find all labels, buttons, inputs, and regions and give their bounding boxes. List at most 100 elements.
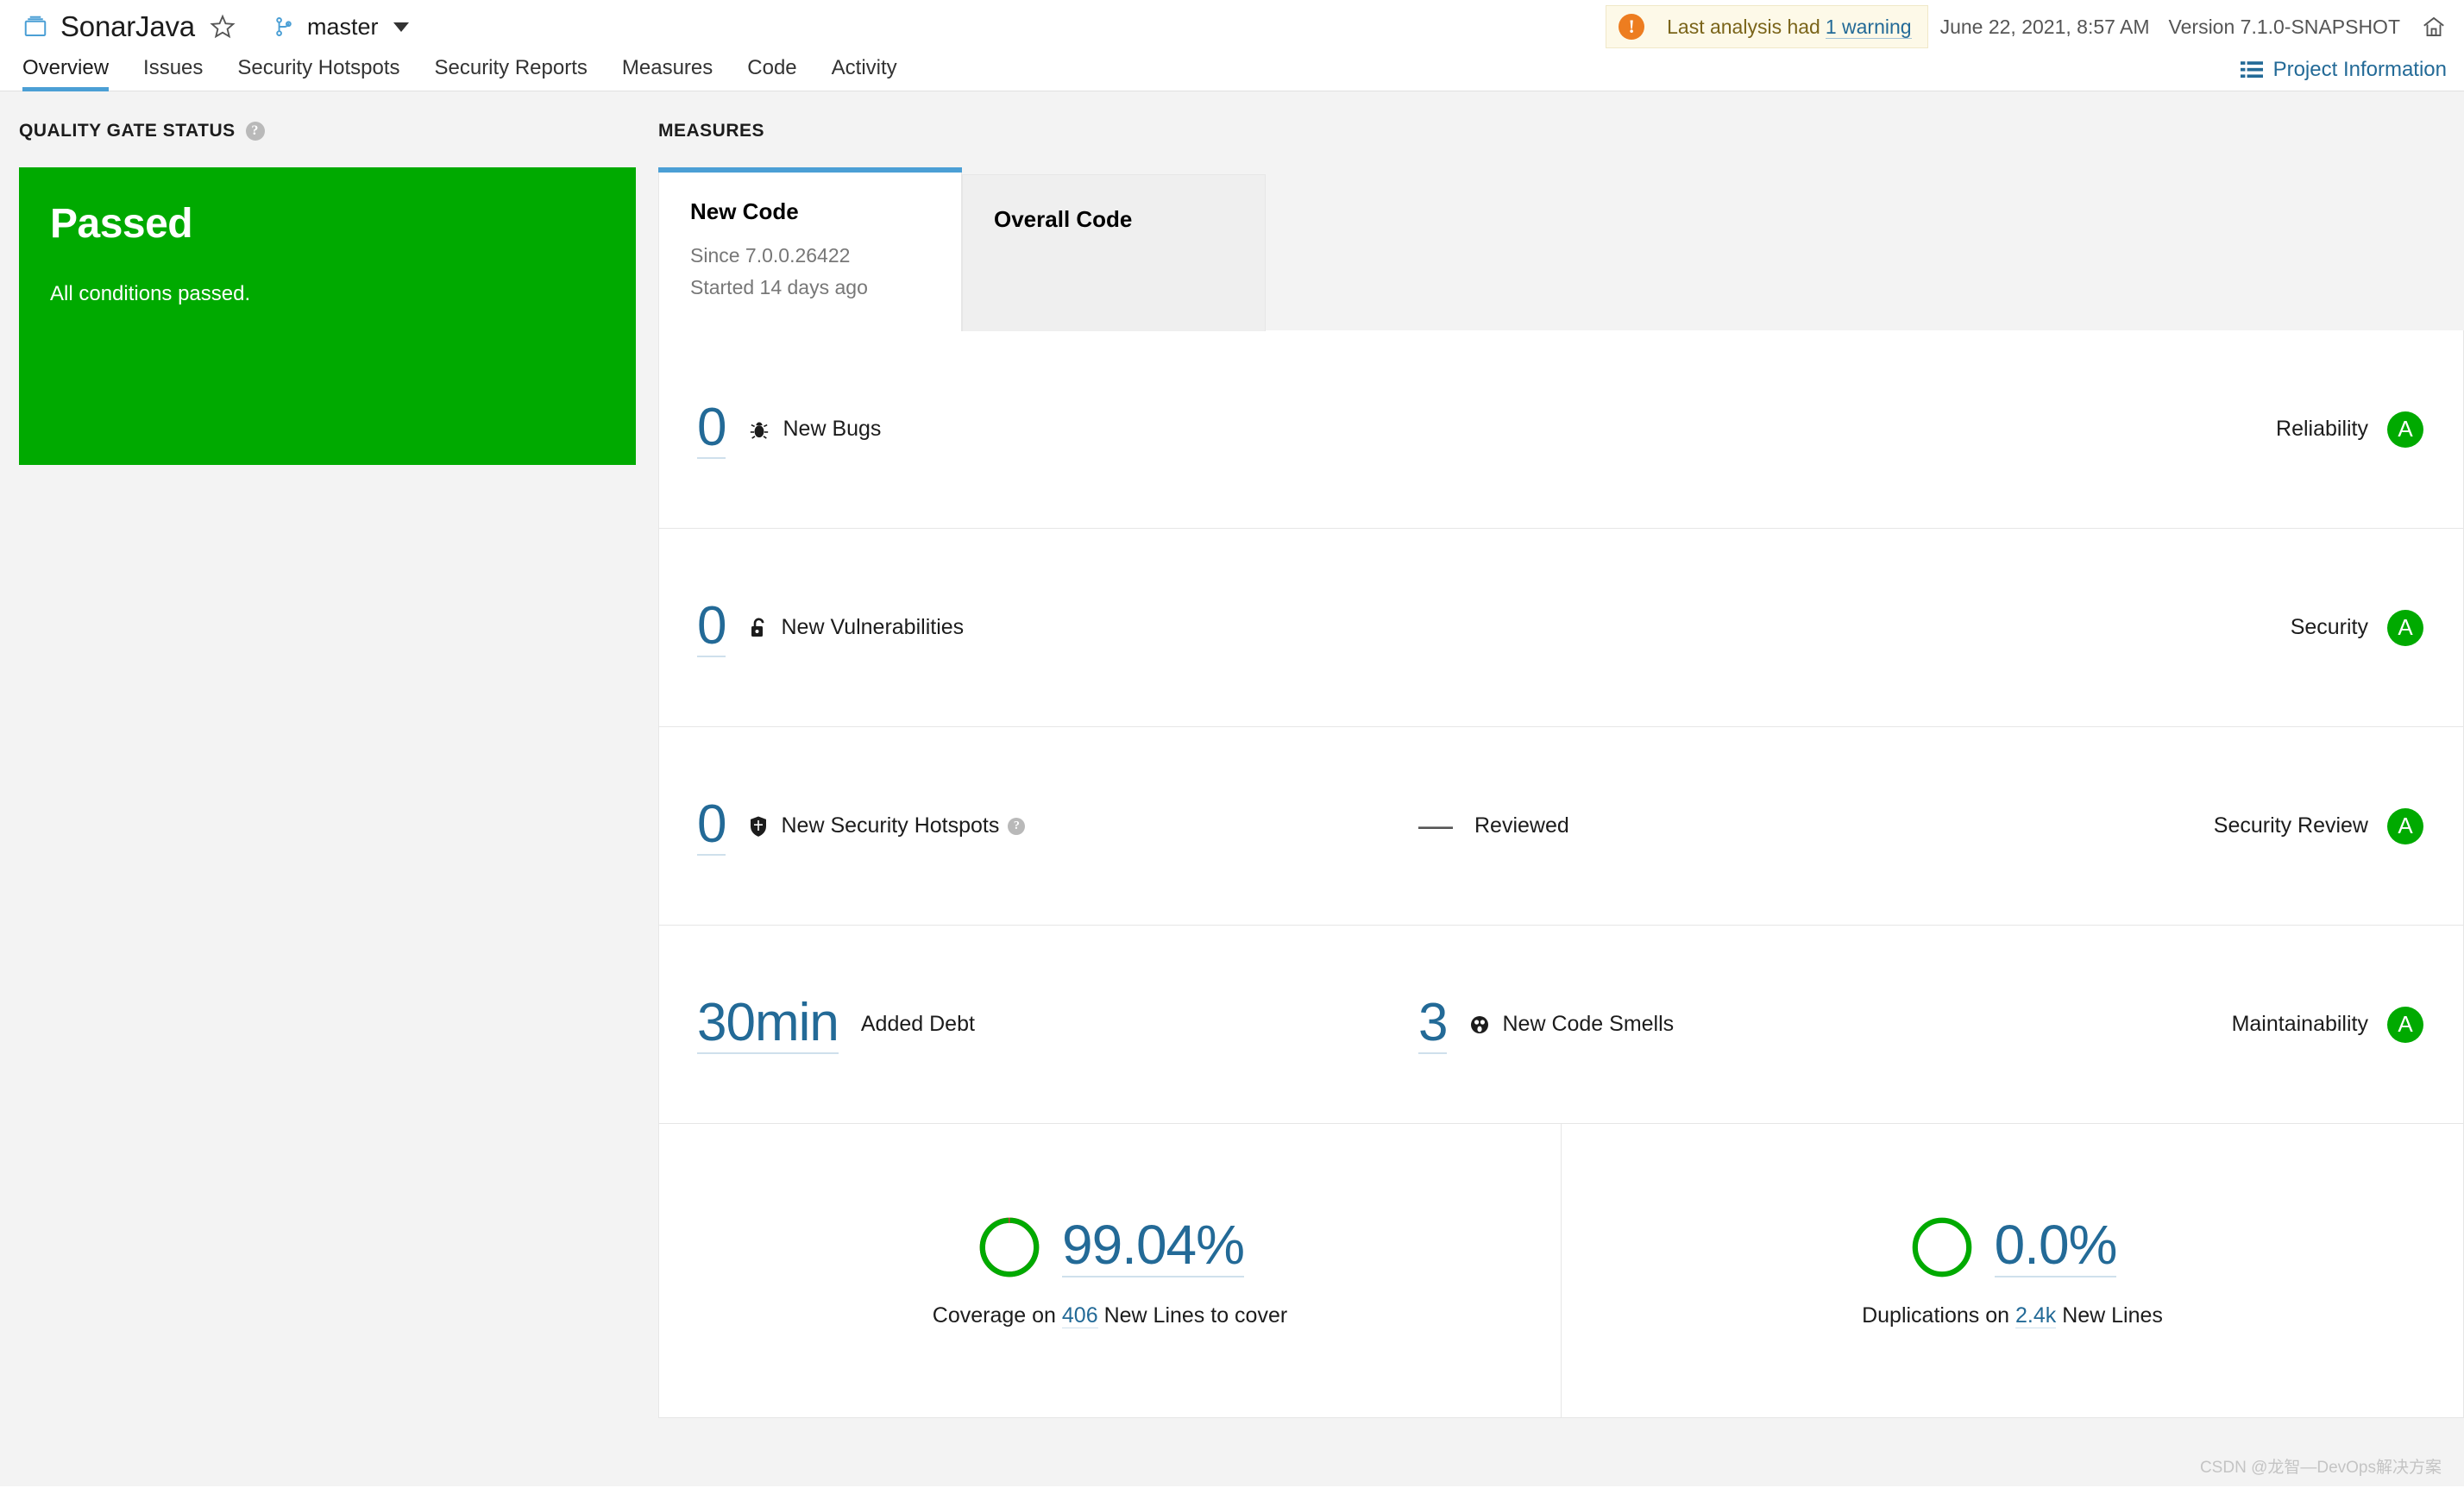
- reviewed-label: Reviewed: [1474, 813, 1569, 838]
- duplications-donut-row: 0.0%: [1908, 1214, 2117, 1281]
- list-icon: [2240, 60, 2263, 79]
- bugs-cell: 0 New Bugs: [659, 399, 1418, 460]
- security-review-rating-badge[interactable]: A: [2387, 807, 2423, 844]
- code-smells-cell: 3 New Code Smells: [1418, 995, 1901, 1055]
- coverage-new-lines[interactable]: 406: [1061, 1303, 1098, 1328]
- tab-overall-code-title: Overall Code: [994, 206, 1133, 232]
- project-information-label: Project Information: [2272, 58, 2447, 81]
- branch-icon: [273, 15, 295, 39]
- analysis-date: June 22, 2021, 8:57 AM: [1939, 15, 2150, 38]
- new-vulnerabilities-label-wrap: New Vulnerabilities: [748, 615, 964, 640]
- duplications-caption-prefix: Duplications on: [1862, 1303, 2010, 1328]
- nav-tab-activity[interactable]: Activity: [832, 56, 897, 91]
- help-icon[interactable]: ?: [1008, 817, 1026, 835]
- measures-section: MEASURES New Code Since 7.0.0.26422 Star…: [658, 91, 2464, 1486]
- coverage-percent[interactable]: 99.04%: [1061, 1215, 1245, 1278]
- warning-link[interactable]: 1 warning: [1825, 15, 1912, 39]
- new-vulnerabilities-value[interactable]: 0: [697, 598, 726, 658]
- open-padlock-icon: [748, 617, 769, 639]
- new-code-smells-label-wrap: New Code Smells: [1469, 1012, 1674, 1037]
- measure-row-vulnerabilities: 0 New Vulnerabilities Security A: [659, 529, 2463, 727]
- branch-selector[interactable]: master: [273, 14, 409, 41]
- maintainability-label: Maintainability: [2231, 1012, 2368, 1036]
- tab-new-code[interactable]: New Code Since 7.0.0.26422 Started 14 da…: [658, 167, 962, 331]
- security-rating-badge[interactable]: A: [2387, 609, 2423, 646]
- measures-section-title: MEASURES: [658, 121, 2464, 141]
- measures-card: 0 New Bugs Reliability A 0 New Vulnerabi…: [658, 330, 2464, 1418]
- project-name[interactable]: SonarJava: [60, 10, 195, 43]
- reliability-rating-wrap: Reliability A: [2276, 411, 2423, 448]
- nav-tab-issues[interactable]: Issues: [143, 56, 203, 91]
- security-label: Security: [2290, 615, 2368, 639]
- chevron-down-icon: [393, 22, 409, 32]
- quality-gate-card: Passed All conditions passed.: [19, 167, 636, 465]
- new-bugs-label-wrap: New Bugs: [748, 417, 881, 442]
- reviewed-cell: — Reviewed: [1418, 807, 1901, 845]
- maintainability-rating-badge[interactable]: A: [2387, 1006, 2423, 1043]
- tab-new-code-title: New Code: [690, 198, 799, 224]
- duplications-caption-suffix: New Lines: [2062, 1303, 2163, 1328]
- added-debt-cell: 30min Added Debt: [659, 995, 1418, 1055]
- new-code-smells-value[interactable]: 3: [1418, 995, 1448, 1055]
- security-rating-wrap: Security A: [2290, 609, 2423, 646]
- duplications-caption: Duplications on 2.4k New Lines: [1862, 1303, 2163, 1328]
- coverage-caption: Coverage on 406 New Lines to cover: [933, 1303, 1287, 1328]
- maintainability-rating-wrap: Maintainability A: [2231, 1006, 2423, 1043]
- quality-gate-title-text: QUALITY GATE STATUS: [19, 121, 236, 141]
- quality-gate-description: All conditions passed.: [50, 282, 251, 305]
- security-review-label: Security Review: [2213, 813, 2368, 838]
- coverage-donut: [979, 1217, 1040, 1277]
- quality-gate-section: QUALITY GATE STATUS ? Passed All conditi…: [0, 91, 658, 1486]
- new-hotspots-label: New Security Hotspots: [781, 813, 1000, 838]
- new-code-smells-label: New Code Smells: [1502, 1012, 1675, 1036]
- code-smell-icon: [1469, 1014, 1490, 1035]
- header-right: ! Last analysis had 1 warning June 22, 20…: [1606, 0, 2447, 53]
- reliability-label: Reliability: [2276, 417, 2368, 441]
- nav-tab-code[interactable]: Code: [747, 56, 796, 91]
- measure-row-hotspots: 0 New Security Hotspots ? — Reviewed Sec…: [659, 727, 2463, 926]
- nav-tab-security-reports[interactable]: Security Reports: [434, 56, 587, 91]
- main-nav: Overview Issues Security Hotspots Securi…: [0, 53, 2464, 91]
- vulnerabilities-cell: 0 New Vulnerabilities: [659, 598, 1418, 658]
- quality-gate-section-title: QUALITY GATE STATUS ?: [19, 121, 636, 141]
- security-review-rating-wrap: Security Review A: [2213, 807, 2423, 844]
- tab-overall-code[interactable]: Overall Code: [962, 174, 1266, 331]
- shield-icon: [748, 815, 769, 838]
- bug-icon: [748, 418, 770, 441]
- hotspots-cell: 0 New Security Hotspots ?: [659, 796, 1418, 857]
- project-information-button[interactable]: Project Information: [2240, 58, 2447, 82]
- help-icon[interactable]: ?: [245, 122, 265, 141]
- coverage-caption-prefix: Coverage on: [932, 1303, 1056, 1328]
- new-vulnerabilities-label: New Vulnerabilities: [781, 615, 965, 639]
- measures-donut-row: 99.04% Coverage on 406 New Lines to cove…: [659, 1124, 2463, 1417]
- coverage-caption-suffix: New Lines to cover: [1103, 1303, 1288, 1328]
- star-icon[interactable]: [209, 13, 236, 41]
- project-version: Version 7.1.0-SNAPSHOT: [2168, 15, 2400, 38]
- duplications-donut: [1912, 1217, 1971, 1277]
- added-debt-value[interactable]: 30min: [697, 995, 839, 1055]
- measure-row-bugs: 0 New Bugs Reliability A: [659, 330, 2463, 529]
- nav-tab-overview[interactable]: Overview: [22, 56, 110, 91]
- new-hotspots-value[interactable]: 0: [697, 796, 726, 857]
- project-folder-icon: [22, 14, 48, 40]
- nav-tab-measures[interactable]: Measures: [622, 56, 713, 91]
- new-hotspots-label-wrap: New Security Hotspots ?: [748, 813, 1026, 838]
- app-header: SonarJava master ! Last analysis had 1 wa…: [0, 0, 2464, 53]
- nav-tab-security-hotspots[interactable]: Security Hotspots: [237, 56, 399, 91]
- tab-new-code-since: Since 7.0.0.26422: [690, 244, 851, 267]
- measure-row-maintainability: 30min Added Debt 3 New Code Smells Maint…: [659, 926, 2463, 1124]
- coverage-donut-row: 99.04%: [976, 1214, 1245, 1281]
- home-icon[interactable]: [2421, 14, 2447, 40]
- analysis-warning-banner[interactable]: ! Last analysis had 1 warning: [1606, 5, 1928, 48]
- added-debt-label: Added Debt: [860, 1012, 975, 1036]
- duplications-new-lines[interactable]: 2.4k: [2015, 1303, 2057, 1328]
- quality-gate-status: Passed: [50, 201, 193, 247]
- new-bugs-value[interactable]: 0: [697, 399, 726, 460]
- measures-tabs: New Code Since 7.0.0.26422 Started 14 da…: [658, 167, 2464, 331]
- reliability-rating-badge[interactable]: A: [2387, 411, 2423, 448]
- tab-new-code-started: Started 14 days ago: [690, 276, 868, 298]
- branch-name: master: [306, 13, 379, 40]
- measures-title-text: MEASURES: [658, 121, 765, 141]
- overview-page: QUALITY GATE STATUS ? Passed All conditi…: [0, 91, 2464, 1486]
- duplications-percent[interactable]: 0.0%: [1994, 1215, 2117, 1278]
